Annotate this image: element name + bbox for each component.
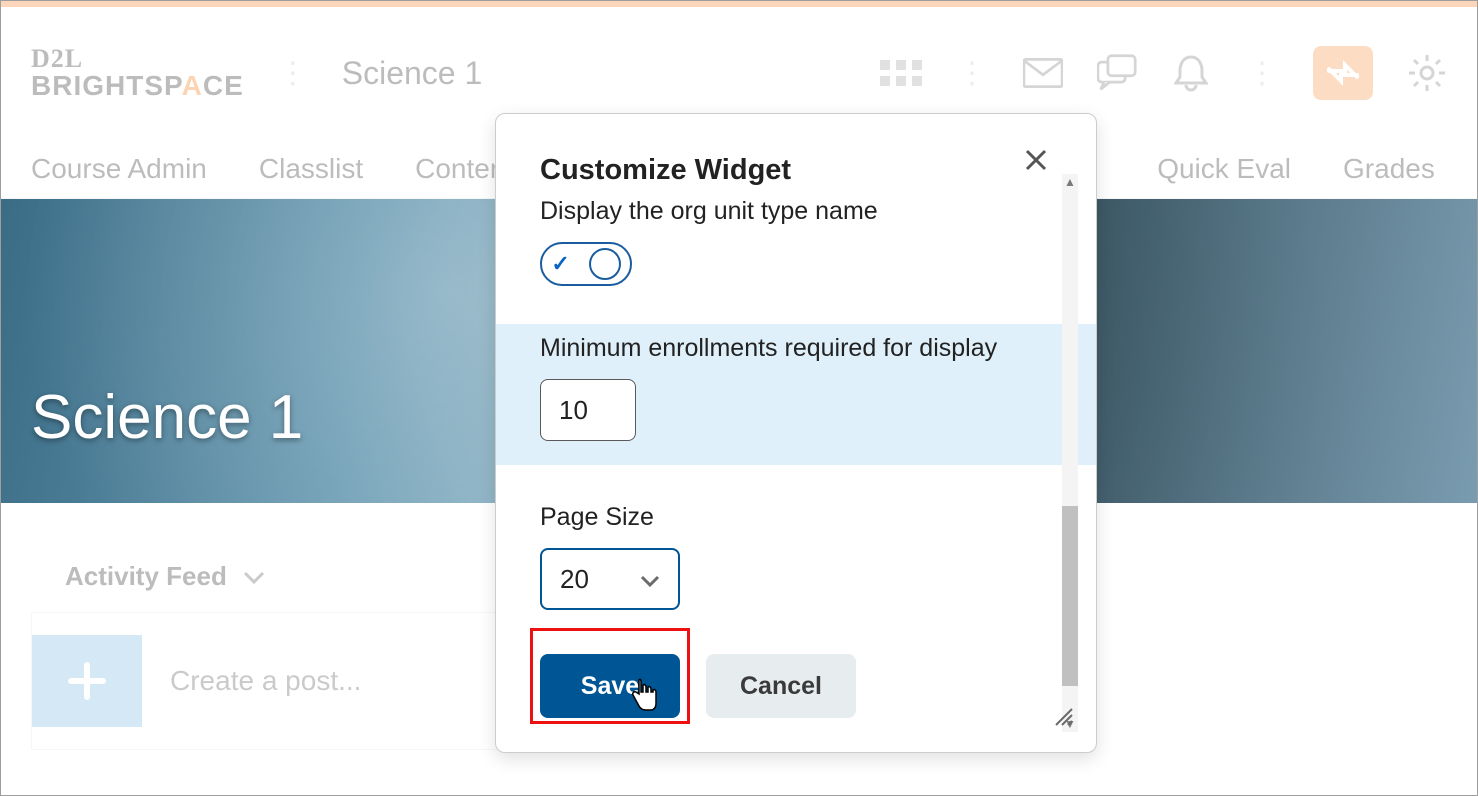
dialog-actions: Save Cancel <box>540 654 1052 718</box>
scroll-up-icon[interactable]: ▲ <box>1062 174 1078 190</box>
check-icon: ✓ <box>551 251 569 277</box>
resize-handle-icon[interactable] <box>1052 705 1074 732</box>
save-button[interactable]: Save <box>540 654 680 718</box>
min-enrollments-input[interactable] <box>540 379 636 441</box>
select-value: 20 <box>560 564 589 595</box>
dialog-scrollbar[interactable]: ▲ ▼ <box>1062 174 1078 732</box>
highlighted-field: Minimum enrollments required for display <box>496 324 1096 465</box>
customize-widget-dialog: Customize Widget ▲ ▼ Display the org uni… <box>495 113 1097 753</box>
page-size-select[interactable]: 20 <box>540 548 680 610</box>
dialog-title: Customize Widget <box>540 154 1052 187</box>
field-label-display-org: Display the org unit type name <box>540 197 1052 226</box>
display-org-toggle[interactable]: ✓ <box>540 242 632 286</box>
cancel-button[interactable]: Cancel <box>706 654 856 718</box>
app-frame: D2L BRIGHTSPACE ⋮ Science 1 ⋮ ⋮ <box>0 0 1478 796</box>
toggle-knob <box>589 248 621 280</box>
close-icon[interactable] <box>1024 146 1048 180</box>
field-label-page-size: Page Size <box>540 503 1052 532</box>
chevron-down-icon <box>640 564 660 595</box>
scroll-thumb[interactable] <box>1062 506 1078 686</box>
field-label-min-enroll: Minimum enrollments required for display <box>540 334 1052 363</box>
banner-title: Science 1 <box>31 382 303 453</box>
